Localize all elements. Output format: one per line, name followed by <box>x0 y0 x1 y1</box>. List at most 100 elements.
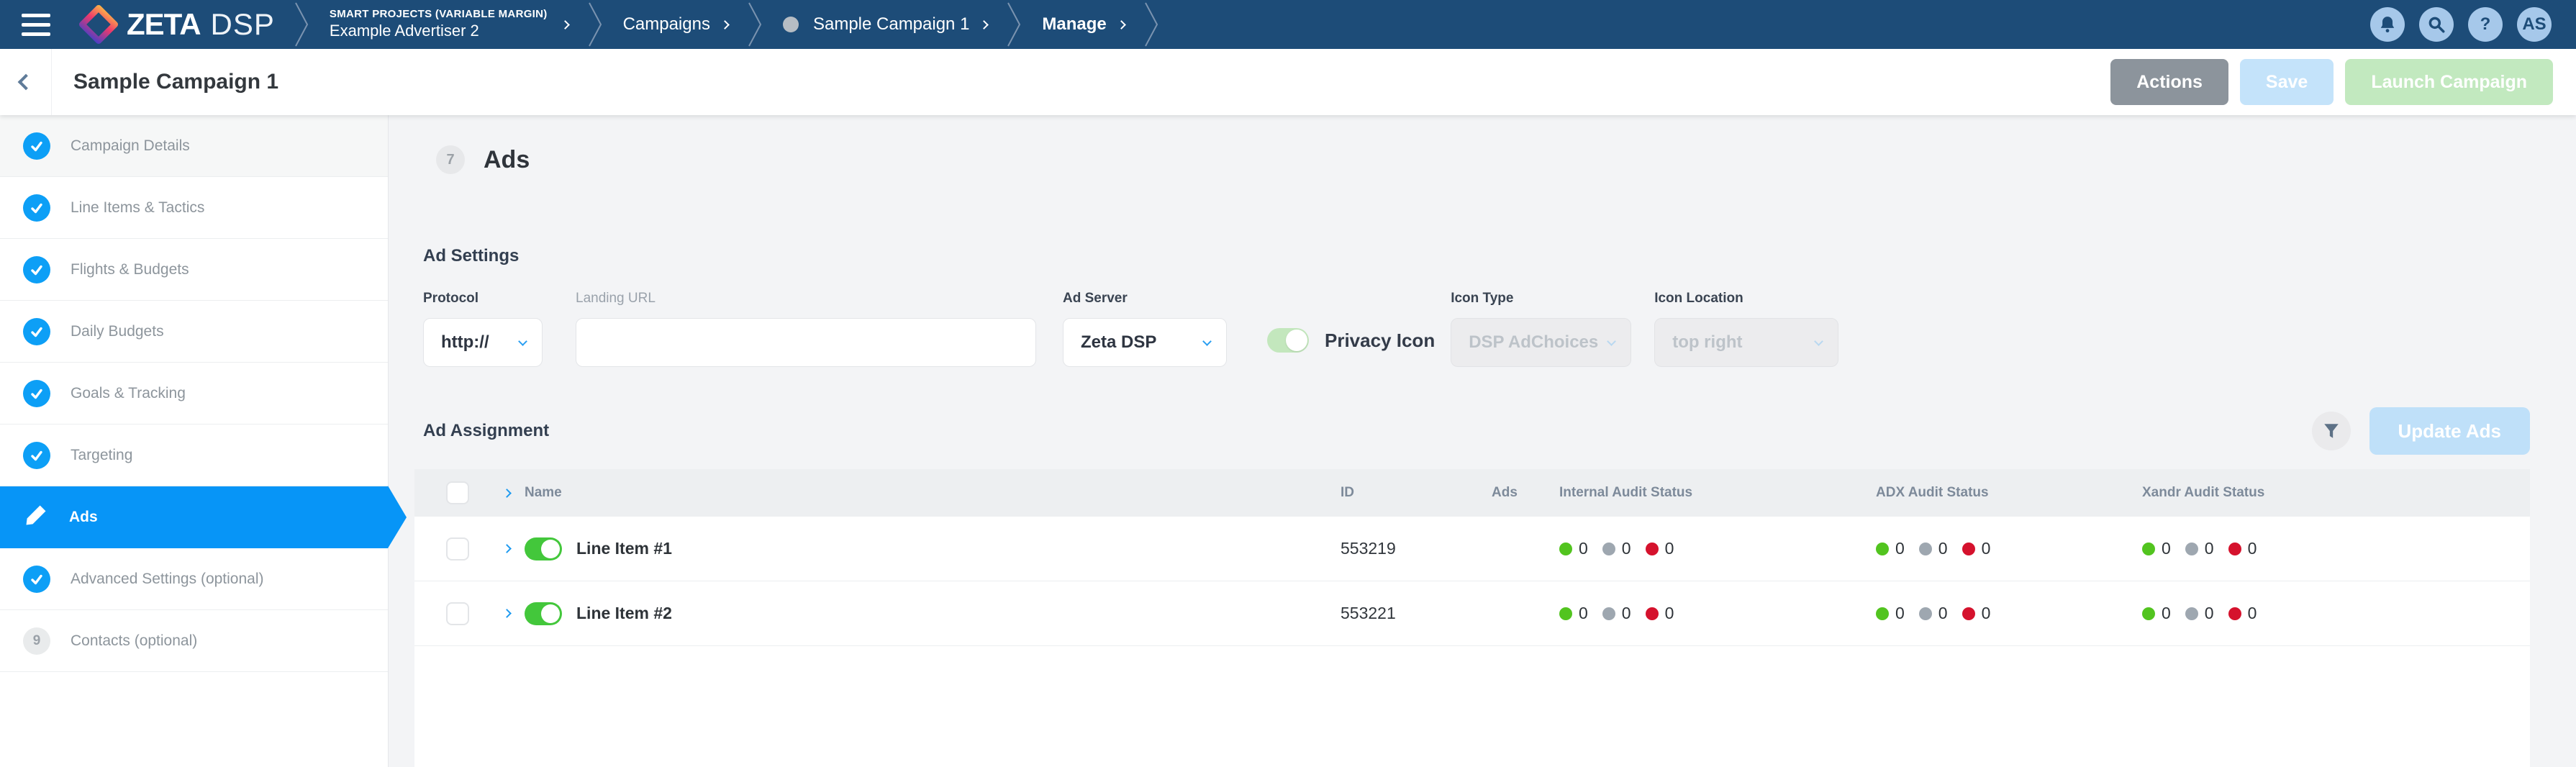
pencil-icon <box>23 502 49 532</box>
hamburger-menu-icon[interactable] <box>22 14 50 36</box>
ad-server-label: Ad Server <box>1063 291 1227 307</box>
sidebar-item-daily-budgets[interactable]: Daily Budgets <box>0 301 388 363</box>
sidebar-item-flights-budgets[interactable]: Flights & Budgets <box>0 239 388 301</box>
breadcrumb-manage[interactable]: Manage <box>1042 14 1124 35</box>
ad-assignment-heading: Ad Assignment <box>423 421 549 441</box>
approved-status: 0 <box>2142 604 2171 623</box>
update-ads-button[interactable]: Update Ads <box>2369 407 2531 455</box>
brand-zeta-text: ZETA <box>127 7 201 42</box>
green-dot-icon <box>2142 607 2155 620</box>
landing-url-label: Landing URL <box>576 291 1036 307</box>
sidebar-item-targeting[interactable]: Targeting <box>0 425 388 486</box>
sidebar-item-campaign-details[interactable]: Campaign Details <box>0 115 388 177</box>
icon-type-select: DSP AdChoices <box>1451 318 1631 367</box>
bell-icon <box>2378 15 2397 34</box>
breadcrumb-separator-icon <box>1143 0 1161 49</box>
top-nav-bar: ZETA DSP SMART PROJECTS (VARIABLE MARGIN… <box>0 0 2576 49</box>
protocol-select[interactable]: http:// <box>423 318 543 367</box>
chevron-right-icon <box>1117 20 1126 30</box>
green-dot-icon <box>2142 543 2155 555</box>
ad-assignment-controls: Update Ads <box>2312 407 2531 455</box>
ad-server-select[interactable]: Zeta DSP <box>1063 318 1227 367</box>
xandr-audit-status: 0 0 0 <box>2123 539 2530 558</box>
step-badge: 7 <box>436 145 465 174</box>
campaign-steps-sidebar: Campaign Details Line Items & Tactics Fl… <box>0 115 389 767</box>
rejected-count: 0 <box>2248 539 2257 558</box>
zeta-diamond-icon <box>79 5 118 44</box>
ad-assignment-header: Ad Assignment Update Ads <box>423 407 2530 455</box>
row-checkbox[interactable] <box>446 537 469 560</box>
row-checkbox[interactable] <box>446 602 469 625</box>
icon-location-field: Icon Location top right <box>1654 291 1838 367</box>
table-row-line-item-1: Line Item #1 553219 0 0 0 0 0 0 0 0 0 <box>414 517 2530 581</box>
expand-row-icon[interactable] <box>502 544 512 553</box>
sidebar-item-label: Targeting <box>71 447 132 464</box>
rejected-count: 0 <box>1665 539 1674 558</box>
pending-count: 0 <box>1938 539 1948 558</box>
expand-all-icon[interactable] <box>502 489 512 498</box>
breadcrumb-advertiser[interactable]: SMART PROJECTS (VARIABLE MARGIN) Example… <box>330 7 568 42</box>
sidebar-item-advanced-settings[interactable]: Advanced Settings (optional) <box>0 548 388 610</box>
chevron-right-icon <box>720 20 730 30</box>
advertiser-name: Example Advertiser 2 <box>330 21 548 42</box>
rejected-count: 0 <box>2248 604 2257 623</box>
select-all-checkbox[interactable] <box>446 481 469 504</box>
icon-type-label: Icon Type <box>1451 291 1631 307</box>
sidebar-item-ads[interactable]: Ads <box>0 486 388 548</box>
red-dot-icon <box>1962 607 1975 620</box>
line-item-enabled-toggle[interactable] <box>525 537 562 560</box>
actions-button[interactable]: Actions <box>2110 59 2228 105</box>
line-item-name[interactable]: Line Item #2 <box>576 604 672 623</box>
check-icon <box>23 194 50 222</box>
sidebar-item-label: Daily Budgets <box>71 323 164 340</box>
zeta-dsp-logo[interactable]: ZETA DSP <box>79 5 275 44</box>
back-button[interactable] <box>0 49 52 115</box>
toggle-knob <box>541 604 560 623</box>
sidebar-item-line-items-tactics[interactable]: Line Items & Tactics <box>0 177 388 239</box>
launch-campaign-button[interactable]: Launch Campaign <box>2345 59 2553 105</box>
sidebar-item-contacts[interactable]: 9 Contacts (optional) <box>0 610 388 672</box>
save-button[interactable]: Save <box>2240 59 2334 105</box>
notifications-button[interactable] <box>2370 7 2405 42</box>
protocol-value: http:// <box>441 332 489 353</box>
rejected-status: 0 <box>1646 539 1674 558</box>
rejected-count: 0 <box>1665 604 1674 623</box>
line-item-enabled-toggle[interactable] <box>525 602 562 625</box>
landing-url-field: Landing URL <box>576 291 1036 367</box>
rejected-status: 0 <box>1962 604 1991 623</box>
sidebar-item-label: Ads <box>69 509 98 526</box>
help-button[interactable]: ? <box>2468 7 2503 42</box>
line-item-name[interactable]: Line Item #1 <box>576 539 672 558</box>
rejected-status: 0 <box>2228 604 2257 623</box>
check-icon <box>23 256 50 283</box>
sidebar-item-goals-tracking[interactable]: Goals & Tracking <box>0 363 388 425</box>
expand-row-icon[interactable] <box>502 609 512 618</box>
protocol-field: Protocol http:// <box>423 291 543 367</box>
check-icon <box>23 318 50 345</box>
breadcrumb-campaigns[interactable]: Campaigns <box>623 14 728 35</box>
step-number-badge: 9 <box>23 627 50 655</box>
line-item-id: 553221 <box>1332 604 1483 623</box>
approved-status: 0 <box>2142 539 2171 558</box>
breadcrumb-campaign[interactable]: Sample Campaign 1 <box>783 14 987 35</box>
landing-url-input[interactable] <box>576 318 1036 367</box>
check-icon <box>23 132 50 160</box>
column-header-ads: Ads <box>1492 485 1518 501</box>
brand-dsp-text: DSP <box>211 7 275 42</box>
icon-location-select: top right <box>1654 318 1838 367</box>
approved-status: 0 <box>1559 604 1588 623</box>
search-button[interactable] <box>2419 7 2454 42</box>
privacy-icon-toggle[interactable] <box>1267 328 1309 353</box>
ad-server-field: Ad Server Zeta DSP <box>1063 291 1227 367</box>
approved-status: 0 <box>1876 539 1905 558</box>
sidebar-item-label: Flights & Budgets <box>71 261 189 278</box>
protocol-label: Protocol <box>423 291 543 307</box>
internal-audit-status: 0 0 0 <box>1541 539 1857 558</box>
user-avatar[interactable]: AS <box>2517 7 2552 42</box>
filter-button[interactable] <box>2312 412 2351 450</box>
toggle-knob <box>541 540 560 558</box>
chevron-right-icon <box>980 20 989 30</box>
rejected-status: 0 <box>2228 539 2257 558</box>
column-header-adx-audit: ADX Audit Status <box>1876 485 1989 501</box>
line-item-id: 553219 <box>1332 539 1483 558</box>
